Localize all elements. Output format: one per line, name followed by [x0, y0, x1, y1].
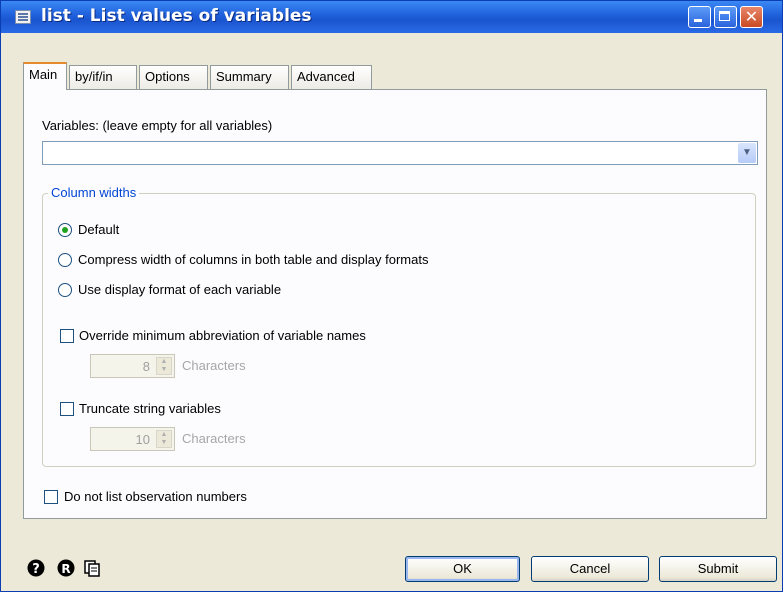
truncate-strings-checkbox[interactable]	[60, 402, 74, 416]
title-bar[interactable]: list - List values of variables ✕	[1, 1, 782, 33]
abbrev-chars-value: 8	[142, 359, 150, 374]
tab-advanced[interactable]: Advanced	[291, 65, 372, 89]
dialog-window: list - List values of variables ✕ Main b…	[0, 0, 783, 592]
truncate-chars-unit: Characters	[182, 431, 246, 446]
radio-compress[interactable]	[58, 253, 72, 267]
truncate-chars-spinner: 10 ▲ ▼	[90, 427, 175, 451]
variables-label: Variables: (leave empty for all variable…	[42, 118, 273, 133]
minimize-button[interactable]	[688, 6, 711, 28]
no-obs-numbers-checkbox[interactable]	[44, 490, 58, 504]
override-abbrev-checkbox[interactable]	[60, 329, 74, 343]
no-obs-numbers-label[interactable]: Do not list observation numbers	[64, 489, 247, 504]
tab-main[interactable]: Main	[23, 62, 67, 90]
abbrev-chars-spinner: 8 ▲ ▼	[90, 354, 175, 378]
window-icon	[15, 10, 31, 24]
radio-display-format-label[interactable]: Use display format of each variable	[78, 282, 281, 297]
radio-default-label[interactable]: Default	[78, 222, 119, 237]
truncate-chars-value: 10	[135, 432, 150, 447]
close-button[interactable]: ✕	[740, 6, 763, 28]
main-tab-panel: Variables: (leave empty for all variable…	[23, 89, 767, 519]
chevron-down-icon[interactable]: ▼	[738, 143, 756, 163]
radio-compress-label[interactable]: Compress width of columns in both table …	[78, 252, 428, 267]
abbrev-chars-unit: Characters	[182, 358, 246, 373]
radio-default[interactable]	[58, 223, 72, 237]
radio-selected-dot	[62, 227, 68, 233]
variables-combobox[interactable]: ▼	[42, 141, 758, 165]
column-widths-title: Column widths	[48, 185, 140, 200]
copy-command-icon[interactable]	[83, 559, 101, 577]
spinner-arrows-icon: ▲ ▼	[156, 357, 172, 375]
tab-summary[interactable]: Summary	[210, 65, 289, 89]
close-icon: ✕	[744, 7, 759, 26]
tab-options[interactable]: Options	[139, 65, 208, 89]
reset-icon[interactable]: R	[57, 559, 75, 577]
radio-display-format[interactable]	[58, 283, 72, 297]
help-icon[interactable]: ?	[27, 559, 45, 577]
ok-button[interactable]: OK	[405, 556, 520, 582]
svg-text:?: ?	[32, 562, 40, 577]
override-abbrev-label[interactable]: Override minimum abbreviation of variabl…	[79, 328, 366, 343]
svg-text:R: R	[61, 562, 70, 576]
window-title: list - List values of variables	[41, 6, 312, 26]
tab-by-if-in[interactable]: by/if/in	[69, 65, 137, 89]
spinner-arrows-icon: ▲ ▼	[156, 430, 172, 448]
truncate-strings-label[interactable]: Truncate string variables	[79, 401, 221, 416]
cancel-button[interactable]: Cancel	[531, 556, 649, 582]
submit-button[interactable]: Submit	[659, 556, 777, 582]
maximize-button[interactable]	[714, 6, 737, 28]
